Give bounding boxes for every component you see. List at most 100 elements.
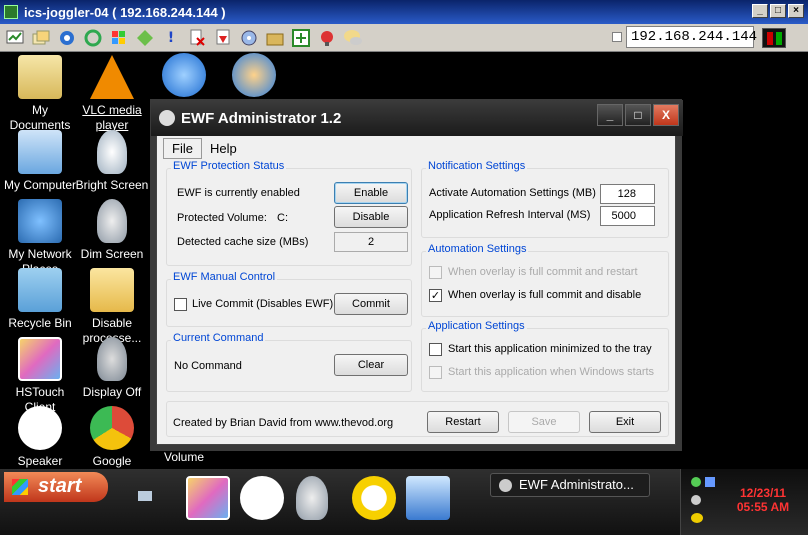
commit-restart-checkbox[interactable] xyxy=(429,266,442,279)
desktop-icon-speaker[interactable]: Speaker xyxy=(0,406,80,469)
eye-tray-icon[interactable] xyxy=(691,513,703,523)
vnc-close-button[interactable]: × xyxy=(788,4,804,18)
clock[interactable]: 12/23/11 05:55 AM xyxy=(728,486,798,514)
start-minimized-checkbox[interactable] xyxy=(429,343,442,356)
desktop-icon-label: My Documents xyxy=(9,103,71,132)
group-title: EWF Manual Control xyxy=(171,271,278,283)
recycle-bin-icon xyxy=(18,268,62,312)
hstouch-quicklaunch-icon[interactable] xyxy=(186,476,230,520)
group-title: Current Command xyxy=(171,332,266,344)
lightbulb-icon xyxy=(97,337,127,381)
menu-help[interactable]: Help xyxy=(202,139,245,158)
activate-automation-label: Activate Automation Settings (MB) xyxy=(429,187,596,199)
restart-button[interactable]: Restart xyxy=(427,411,499,433)
live-commit-label: Live Commit (Disables EWF) xyxy=(192,298,334,310)
settings-tray-icon[interactable] xyxy=(691,495,701,505)
vnc-title-text: ics-joggler-04 ( 192.168.244.144 ) xyxy=(24,4,226,20)
desktop-icon-my-computer[interactable]: My Computer xyxy=(0,130,80,193)
info-quicklaunch-icon[interactable] xyxy=(240,476,284,520)
toolbar-checkbox[interactable] xyxy=(612,32,622,42)
desktop-icon-hstouch-client[interactable]: HSTouch Client xyxy=(0,337,80,415)
save-button[interactable]: Save xyxy=(508,411,580,433)
commit-disable-checkbox[interactable]: ✓ xyxy=(429,289,442,302)
clear-button[interactable]: Clear xyxy=(334,354,408,376)
cache-size-label: Detected cache size (MBs) xyxy=(177,236,309,248)
vlc-icon xyxy=(90,55,134,99)
credit-text: Created by Brian David from www.thevod.o… xyxy=(173,417,394,429)
ewf-minimize-button[interactable]: _ xyxy=(597,104,623,126)
desktop-icon-media-player[interactable] xyxy=(214,53,294,101)
vnc-app-icon xyxy=(4,5,18,19)
cache-size-field: 2 xyxy=(334,232,408,252)
folder-icon[interactable] xyxy=(264,27,286,49)
monitor-tray-icon[interactable] xyxy=(705,477,715,487)
transfer-icon[interactable] xyxy=(290,27,312,49)
commit-button[interactable]: Commit xyxy=(334,293,408,315)
start-with-windows-label: Start this application when Windows star… xyxy=(448,366,655,378)
file-remove-icon[interactable] xyxy=(186,27,208,49)
globe-icon[interactable] xyxy=(316,27,338,49)
desktop-icon-my-documents[interactable]: My Documents xyxy=(0,55,80,133)
network-tray-icon[interactable] xyxy=(691,477,701,487)
ewf-title-text: EWF Administrator 1.2 xyxy=(181,109,342,127)
exit-button[interactable]: Exit xyxy=(589,411,661,433)
taskbar-item-ewf[interactable]: EWF Administrato... xyxy=(490,473,650,497)
desktop-icon-recycle-bin[interactable]: Recycle Bin xyxy=(0,268,80,331)
disable-button[interactable]: Disable xyxy=(334,206,408,228)
desktop-icon-volume[interactable]: Volume xyxy=(144,450,224,465)
ewf-administrator-window: EWF Administrator 1.2 _ □ X File Help EW… xyxy=(151,100,683,445)
desktop-icon-internet-explorer[interactable] xyxy=(144,53,224,101)
group-application-settings: Application Settings xyxy=(421,320,669,392)
start-button[interactable]: start xyxy=(4,472,108,502)
lightbulb-icon xyxy=(97,199,127,243)
gear-icon[interactable] xyxy=(56,27,78,49)
info-icon[interactable]: ! xyxy=(160,27,182,49)
vnc-maximize-button[interactable]: □ xyxy=(770,4,786,18)
desktop-icon-my-network-places[interactable]: My Network Places xyxy=(0,199,80,277)
hstouch-icon xyxy=(18,337,62,381)
clock-quicklaunch-icon[interactable] xyxy=(352,476,396,520)
ewf-title-bar[interactable]: EWF Administrator 1.2 _ □ X xyxy=(151,100,683,136)
connection-status-icon[interactable] xyxy=(762,28,786,48)
group-automation-settings: Automation Settings xyxy=(421,243,669,317)
desktop-icon-disable-processes[interactable]: Disable processe... xyxy=(72,268,152,346)
menu-file[interactable]: File xyxy=(163,137,202,159)
desktop-icon-bright-screen[interactable]: Bright Screen xyxy=(72,130,152,193)
live-commit-checkbox[interactable] xyxy=(174,298,187,311)
group-title: EWF Protection Status xyxy=(171,160,287,172)
desktop-icon-label: Bright Screen xyxy=(75,178,149,192)
ewf-maximize-button[interactable]: □ xyxy=(625,104,651,126)
desktop-icon-label: Recycle Bin xyxy=(8,316,72,330)
disc-icon[interactable] xyxy=(238,27,260,49)
lightbulb-quicklaunch-icon[interactable] xyxy=(296,476,328,520)
ewf-close-button[interactable]: X xyxy=(653,104,679,126)
vnc-minimize-button[interactable]: _ xyxy=(752,4,768,18)
monitor-icon[interactable] xyxy=(4,27,26,49)
desktop-icon-display-off[interactable]: Display Off xyxy=(72,337,152,400)
notepad-quicklaunch-icon[interactable] xyxy=(406,476,450,520)
refresh-interval-label: Application Refresh Interval (MS) xyxy=(429,209,591,221)
flag-icon[interactable] xyxy=(108,27,130,49)
windows-icon[interactable] xyxy=(30,27,52,49)
host-address-field[interactable]: 192.168.244.144 xyxy=(626,26,757,48)
desktop-icon-vlc[interactable]: VLC media player xyxy=(72,55,152,133)
activate-automation-field[interactable]: 128 xyxy=(600,184,655,204)
desktop-icon-dim-screen[interactable]: Dim Screen xyxy=(72,199,152,262)
desktop-icon-google[interactable]: Google xyxy=(72,406,152,469)
enable-button[interactable]: Enable xyxy=(334,182,408,204)
folder-icon xyxy=(90,268,134,312)
start-with-windows-checkbox[interactable] xyxy=(429,366,442,379)
refresh-icon[interactable] xyxy=(82,27,104,49)
show-desktop-icon[interactable] xyxy=(138,491,152,501)
download-icon[interactable] xyxy=(212,27,234,49)
media-player-icon xyxy=(232,53,276,97)
skull-icon xyxy=(159,110,175,126)
desktop-icon-label: Volume xyxy=(163,450,205,464)
vnc-title-bar: ics-joggler-04 ( 192.168.244.144 ) _ □ × xyxy=(0,0,808,24)
diamond-icon[interactable] xyxy=(134,27,156,49)
folder-documents-icon xyxy=(18,55,62,99)
refresh-interval-field[interactable]: 5000 xyxy=(600,206,655,226)
start-minimized-label: Start this application minimized to the … xyxy=(448,343,652,355)
computer-icon xyxy=(18,130,62,174)
chat-icon[interactable] xyxy=(342,27,364,49)
